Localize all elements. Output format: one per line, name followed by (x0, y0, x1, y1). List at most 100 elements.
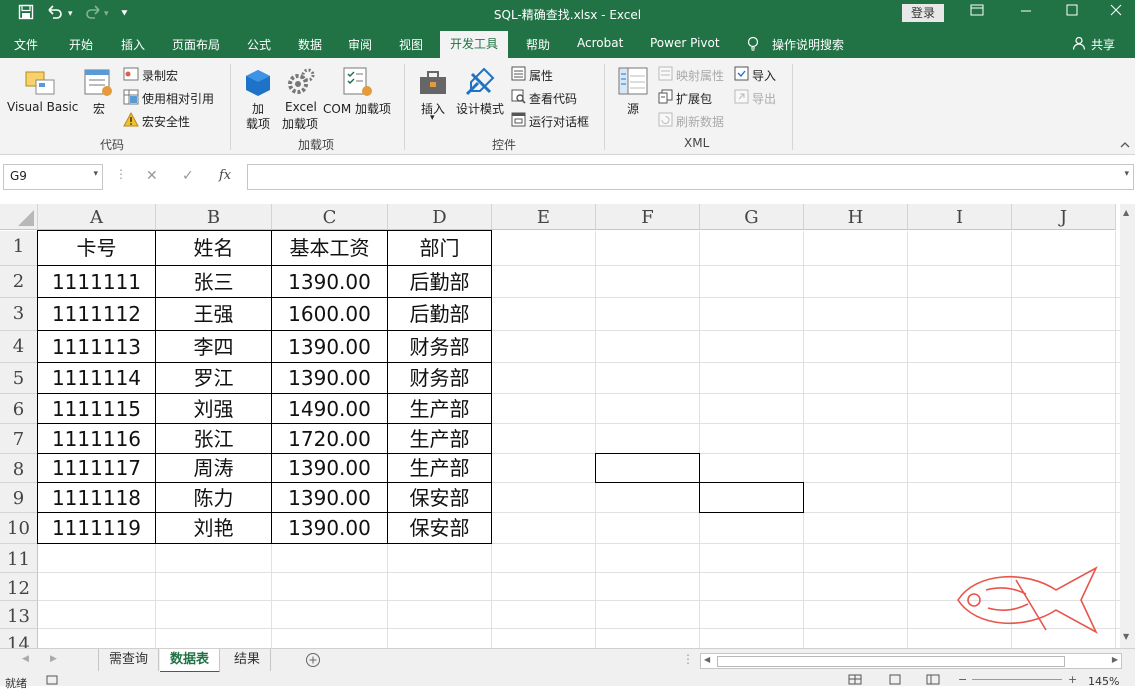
sheet-tab-data[interactable]: 数据表 (160, 649, 221, 673)
record-macro-button[interactable]: 录制宏 (142, 67, 178, 84)
insert-function-icon[interactable]: fx (219, 168, 231, 183)
tab-home[interactable]: 开始 (69, 36, 93, 53)
cell-g9-selected[interactable] (699, 482, 804, 513)
share-button[interactable]: 共享 (1091, 36, 1115, 53)
row-header-8[interactable]: 8 (0, 454, 38, 483)
column-header-d[interactable]: D (388, 204, 492, 230)
tab-power-pivot[interactable]: Power Pivot (650, 36, 720, 50)
name-box-dropdown-icon[interactable]: ▾ (93, 169, 98, 179)
tell-me-search[interactable]: 操作说明搜索 (772, 36, 844, 53)
close-icon[interactable] (1110, 4, 1122, 20)
com-addins-button[interactable]: COM 加载项 (323, 100, 391, 117)
excel-addins-button[interactable]: Excel (285, 100, 317, 114)
table-cell[interactable]: 生产部 (387, 393, 492, 424)
table-cell[interactable]: 保安部 (387, 512, 492, 544)
table-cell[interactable]: 张三 (155, 265, 272, 298)
scroll-right-icon[interactable]: ▶ (1112, 655, 1118, 664)
table-cell[interactable]: 张江 (155, 423, 272, 454)
column-header-b[interactable]: B (156, 204, 272, 230)
row-header-14[interactable]: 14 (0, 629, 38, 648)
collapse-ribbon-icon[interactable] (1120, 138, 1130, 152)
table-cell[interactable]: 1390.00 (271, 265, 388, 298)
row-header-3[interactable]: 3 (0, 298, 38, 331)
table-cell[interactable]: 1111113 (37, 330, 156, 363)
zoom-level[interactable]: 145% (1088, 675, 1119, 688)
expansion-pack-button[interactable]: 扩展包 (676, 90, 712, 107)
table-cell[interactable]: 周涛 (155, 453, 272, 483)
row-header-11[interactable]: 11 (0, 544, 38, 573)
table-header-cell[interactable]: 姓名 (155, 230, 272, 266)
import-button[interactable]: 导入 (752, 67, 776, 84)
table-cell[interactable]: 1111115 (37, 393, 156, 424)
table-header-cell[interactable]: 部门 (387, 230, 492, 266)
name-box[interactable]: G9 ▾ (3, 164, 103, 190)
table-cell[interactable]: 生产部 (387, 423, 492, 454)
maximize-icon[interactable] (1066, 4, 1078, 20)
table-header-cell[interactable]: 卡号 (37, 230, 156, 266)
column-header-g[interactable]: G (700, 204, 804, 230)
tab-insert[interactable]: 插入 (121, 36, 145, 53)
row-header-1[interactable]: 1 (0, 231, 38, 266)
row-header-7[interactable]: 7 (0, 424, 38, 454)
column-header-e[interactable]: E (492, 204, 596, 230)
table-cell[interactable]: 1390.00 (271, 362, 388, 394)
table-cell[interactable]: 1111118 (37, 482, 156, 513)
design-mode-button[interactable]: 设计模式 (456, 100, 504, 117)
row-header-5[interactable]: 5 (0, 363, 38, 394)
table-cell[interactable]: 1390.00 (271, 453, 388, 483)
select-all-corner[interactable] (0, 204, 38, 230)
tab-formulas[interactable]: 公式 (247, 36, 271, 53)
vertical-scrollbar[interactable]: ▲ ▼ (1120, 204, 1135, 648)
horizontal-scrollbar[interactable]: ◀ ▶ (700, 653, 1122, 669)
row-header-4[interactable]: 4 (0, 331, 38, 363)
tab-split-handle[interactable]: ⋮ (682, 652, 694, 666)
tab-data[interactable]: 数据 (298, 36, 322, 53)
cell-f8-bordered[interactable] (595, 453, 700, 483)
table-cell[interactable]: 刘强 (155, 393, 272, 424)
tab-view[interactable]: 视图 (399, 36, 423, 53)
zoom-in-icon[interactable]: + (1068, 673, 1077, 686)
table-cell[interactable]: 1600.00 (271, 297, 388, 331)
table-cell[interactable]: 刘艳 (155, 512, 272, 544)
column-header-a[interactable]: A (38, 204, 156, 230)
tab-page-layout[interactable]: 页面布局 (172, 36, 220, 53)
row-header-9[interactable]: 9 (0, 483, 38, 513)
properties-button[interactable]: 属性 (529, 67, 553, 84)
sheet-tab-query[interactable]: 需查询 (98, 649, 160, 671)
table-cell[interactable]: 李四 (155, 330, 272, 363)
table-cell[interactable]: 财务部 (387, 362, 492, 394)
table-cell[interactable]: 1390.00 (271, 330, 388, 363)
table-cell[interactable]: 保安部 (387, 482, 492, 513)
worksheet-grid[interactable]: A B C D E F G H I J 1 2 3 4 5 6 7 8 9 10 11 12 13 14 卡号 姓名 基本工资 部门 1… (0, 204, 1120, 648)
column-header-j[interactable]: J (1012, 204, 1116, 230)
zoom-slider[interactable] (972, 679, 1062, 680)
table-cell[interactable]: 后勤部 (387, 297, 492, 331)
run-dialog-button[interactable]: 运行对话框 (529, 113, 589, 130)
table-cell[interactable]: 1720.00 (271, 423, 388, 454)
table-header-cell[interactable]: 基本工资 (271, 230, 388, 266)
table-cell[interactable]: 1390.00 (271, 482, 388, 513)
row-header-12[interactable]: 12 (0, 573, 38, 601)
login-button[interactable]: 登录 (902, 4, 944, 22)
row-header-6[interactable]: 6 (0, 394, 38, 424)
cancel-entry-icon[interactable]: ✕ (146, 168, 158, 184)
table-cell[interactable]: 1111111 (37, 265, 156, 298)
prev-sheet-icon[interactable]: ◀ (22, 654, 29, 664)
minimize-icon[interactable] (1020, 4, 1032, 20)
add-sheet-icon[interactable] (305, 652, 321, 671)
tab-review[interactable]: 审阅 (348, 36, 372, 53)
confirm-entry-icon[interactable]: ✓ (182, 168, 194, 184)
next-sheet-icon[interactable]: ▶ (50, 654, 57, 664)
row-header-10[interactable]: 10 (0, 513, 38, 544)
visual-basic-button[interactable]: Visual Basic (7, 100, 78, 114)
scroll-down-icon[interactable]: ▼ (1123, 632, 1129, 641)
tab-file[interactable]: 文件 (14, 36, 38, 53)
column-header-f[interactable]: F (596, 204, 700, 230)
accessibility-icon[interactable] (46, 675, 58, 688)
map-properties-button[interactable]: 映射属性 (676, 67, 724, 84)
relative-reference-button[interactable]: 使用相对引用 (142, 90, 214, 107)
table-cell[interactable]: 1111114 (37, 362, 156, 394)
tab-acrobat[interactable]: Acrobat (577, 36, 623, 50)
row-header-13[interactable]: 13 (0, 601, 38, 629)
formula-input[interactable]: ▾ (247, 164, 1134, 190)
